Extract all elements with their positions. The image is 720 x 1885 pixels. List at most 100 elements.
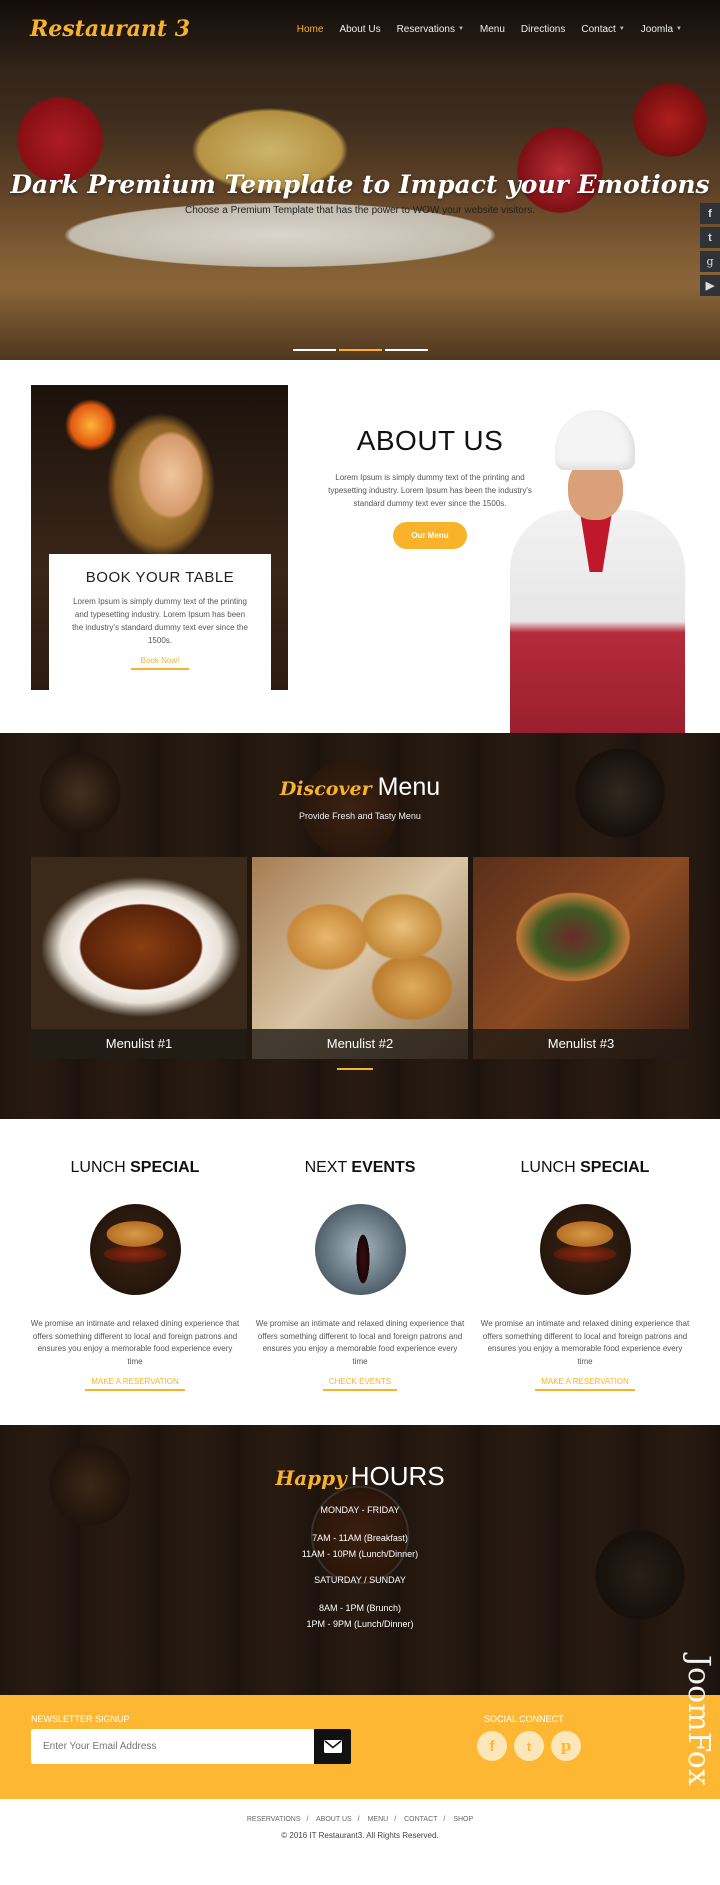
nav-label: Contact: [581, 23, 616, 35]
book-table-card: BOOK YOUR TABLE Lorem Ipsum is simply du…: [49, 554, 271, 690]
social-connect-label: SOCIAL CONNECT: [484, 1714, 564, 1724]
menu-title: Menu: [377, 773, 441, 801]
joomfox-watermark: JoomFox: [681, 1655, 716, 1786]
floating-social-bar: f t g ▶: [700, 203, 720, 296]
caret-down-icon: ▼: [618, 26, 625, 32]
nav-label: Home: [296, 23, 324, 35]
menu-card[interactable]: Menulist #2: [252, 857, 468, 1059]
special-column: LUNCH SPECIAL We promise an intimate and…: [30, 1159, 240, 1391]
our-menu-button[interactable]: Our Menu: [393, 522, 467, 549]
happy-hours-section: Happy HOURS MONDAY - FRIDAY 7AM - 11AM (B…: [0, 1425, 720, 1695]
pinterest-icon[interactable]: p: [551, 1731, 581, 1761]
footer-link-about-us[interactable]: ABOUT US: [316, 1816, 352, 1823]
facebook-icon[interactable]: f: [477, 1731, 507, 1761]
copyright: © 2016 IT Restaurant3. All Rights Reserv…: [281, 1831, 439, 1840]
footer: RESERVATIONS / ABOUT US / MENU / CONTACT / S…: [0, 1799, 720, 1875]
make-reservation-link[interactable]: MAKE A RESERVATION: [85, 1377, 185, 1391]
hours-entry: 7AM - 11AM (Breakfast): [312, 1533, 408, 1543]
hours-heading: Happy HOURS: [0, 1461, 720, 1492]
menu-subtitle: Provide Fresh and Tasty Menu: [299, 811, 421, 821]
nav-directions[interactable]: Directions: [513, 24, 573, 35]
hours-title: HOURS: [350, 1461, 445, 1491]
caret-down-icon: ▼: [457, 26, 464, 32]
nav-label: Menu: [479, 23, 505, 35]
nav-label: Directions: [520, 23, 566, 35]
caret-down-icon: ▼: [676, 26, 682, 32]
menu-script-word: Discover: [279, 778, 372, 800]
email-input[interactable]: [31, 1729, 314, 1764]
check-events-link[interactable]: CHECK EVENTS: [322, 1377, 398, 1391]
social-icons: f t p: [477, 1731, 581, 1761]
menu-card-label: Menulist #2: [252, 1029, 468, 1059]
about-section: BOOK YOUR TABLE Lorem Ipsum is simply du…: [0, 360, 720, 733]
menu-card-label: Menulist #1: [31, 1029, 247, 1059]
weekend-label: SATURDAY / SUNDAY: [314, 1575, 406, 1585]
wine-image: [314, 1204, 406, 1295]
hours-script-word: Happy: [275, 1466, 347, 1490]
facebook-icon[interactable]: f: [700, 203, 720, 224]
nav-menu[interactable]: Menu: [472, 24, 513, 35]
menu-card[interactable]: Menulist #3: [473, 857, 689, 1059]
hours-content: Happy HOURS MONDAY - FRIDAY 7AM - 11AM (B…: [0, 1461, 720, 1632]
weekday-label: MONDAY - FRIDAY: [320, 1505, 400, 1515]
slide-indicator[interactable]: [293, 349, 336, 351]
nav-label: Reservations: [396, 23, 455, 35]
menu-card-label: Menulist #3: [473, 1029, 689, 1059]
envelope-icon: [323, 1740, 342, 1753]
nav-reservations[interactable]: Reservations ▼: [389, 24, 472, 35]
nav-joomla[interactable]: Joomla ▼: [633, 24, 690, 35]
make-reservation-link[interactable]: MAKE A RESERVATION: [535, 1377, 635, 1391]
special-column: LUNCH SPECIAL We promise an intimate and…: [480, 1159, 690, 1391]
menu-card[interactable]: Menulist #1: [31, 857, 247, 1059]
hours-entry: 1PM - 9PM (Lunch/Dinner): [306, 1619, 414, 1629]
slide-indicator[interactable]: [385, 349, 428, 351]
newsletter-label: NEWSLETTER SIGNUP: [31, 1714, 130, 1724]
nav-label: About Us: [339, 23, 381, 35]
special-text: We promise an intimate and relaxed dinin…: [480, 1319, 690, 1366]
menu-divider: [337, 1068, 373, 1070]
hero-title: Dark Premium Template to Impact your Emo…: [10, 170, 710, 199]
footer-nav: RESERVATIONS / ABOUT US / MENU / CONTACT / S…: [246, 1816, 474, 1823]
nav-about-us[interactable]: About Us: [331, 24, 388, 35]
menu-heading: Discover Menu Provide Fresh and Tasty Men…: [0, 773, 720, 821]
book-now-button[interactable]: Book Now!: [130, 656, 190, 670]
twitter-icon[interactable]: t: [514, 1731, 544, 1761]
subscribe-button[interactable]: [314, 1729, 351, 1764]
footer-link-menu[interactable]: MENU: [368, 1816, 389, 1823]
hero-caption: Dark Premium Template to Impact your Emo…: [0, 170, 720, 216]
nav-contact[interactable]: Contact ▼: [573, 24, 632, 35]
special-title: LUNCH SPECIAL: [520, 1159, 650, 1176]
nav-home[interactable]: Home: [289, 24, 332, 35]
slider-pagination: [293, 349, 428, 351]
book-table-title: BOOK YOUR TABLE: [85, 569, 235, 586]
chef-image: [500, 410, 690, 733]
hero-subtitle: Choose a Premium Template that has the p…: [185, 205, 535, 216]
slide-indicator-active[interactable]: [339, 349, 382, 351]
special-title: LUNCH SPECIAL: [70, 1159, 200, 1176]
footer-link-shop[interactable]: SHOP: [453, 1816, 473, 1823]
burger-image: [539, 1204, 631, 1295]
twitter-icon[interactable]: t: [700, 227, 720, 248]
navbar: Restaurant 3 Home About Us Reservations ▼…: [0, 0, 720, 58]
hours-entry: 11AM - 10PM (Lunch/Dinner): [301, 1549, 419, 1559]
footer-link-reservations[interactable]: RESERVATIONS: [247, 1816, 301, 1823]
hero-slider: Restaurant 3 Home About Us Reservations ▼…: [0, 0, 720, 360]
book-table-text: Lorem Ipsum is simply dummy text of the …: [72, 597, 248, 645]
google-icon[interactable]: g: [700, 251, 720, 272]
youtube-icon[interactable]: ▶: [700, 275, 720, 296]
special-column: NEXT EVENTS We promise an intimate and r…: [255, 1159, 465, 1391]
special-text: We promise an intimate and relaxed dinin…: [30, 1319, 240, 1366]
nav-label: Joomla: [640, 23, 674, 35]
special-title: NEXT EVENTS: [304, 1159, 416, 1176]
footer-link-contact[interactable]: CONTACT: [404, 1816, 437, 1823]
newsletter-section: NEWSLETTER SIGNUP SOCIAL CONNECT f t p J…: [0, 1655, 720, 1799]
menu-section: Discover Menu Provide Fresh and Tasty Men…: [0, 733, 720, 1119]
specials-section: LUNCH SPECIAL We promise an intimate and…: [0, 1119, 720, 1425]
site-logo[interactable]: Restaurant 3: [30, 16, 190, 42]
menu-cards: Menulist #1 Menulist #2 Menulist #3: [31, 857, 689, 1059]
main-nav: Home About Us Reservations ▼ Menu Directi…: [289, 24, 690, 35]
special-text: We promise an intimate and relaxed dinin…: [255, 1319, 465, 1366]
burger-image: [89, 1204, 181, 1295]
newsletter-form: [31, 1729, 351, 1764]
hours-entry: 8AM - 1PM (Brunch): [318, 1603, 402, 1613]
